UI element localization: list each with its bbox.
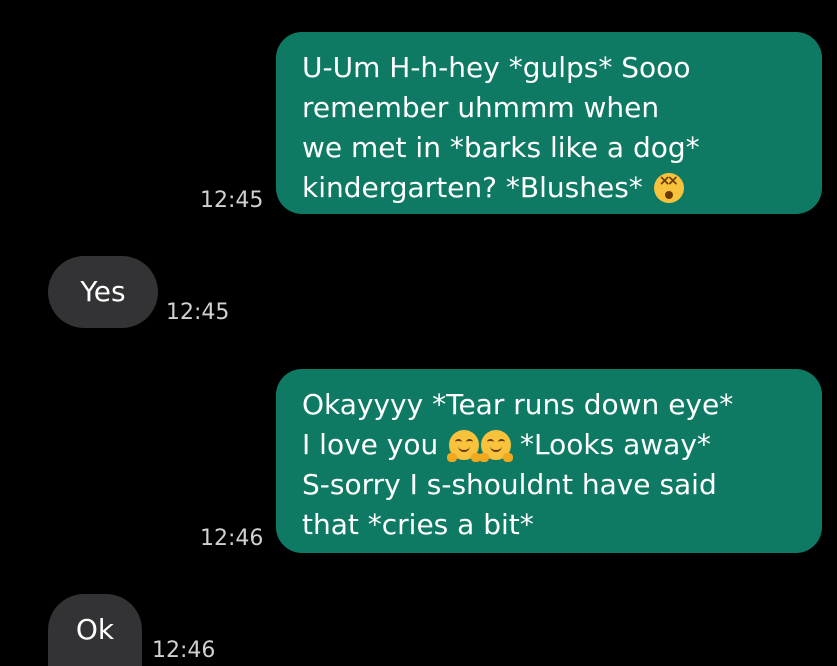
message-text-line: Okayyyy *Tear runs down eye*: [302, 388, 734, 421]
message-text-line: I love you *Looks away*: [302, 425, 798, 465]
message-text-line: S-sorry I s-shouldnt have said: [302, 468, 717, 501]
message-text-fragment: kindergarten? *Blushes*: [302, 171, 643, 204]
received-message-bubble[interactable]: Ok: [48, 594, 142, 666]
message-timestamp: 12:46: [200, 526, 264, 551]
message-text-fragment: I love you: [302, 428, 439, 461]
sent-message-bubble[interactable]: U-Um H-h-hey *gulps* Sooo remember uhmmm…: [276, 32, 822, 214]
dizzy-face-emoji-icon: [653, 173, 684, 203]
sent-message-bubble[interactable]: Okayyyy *Tear runs down eye* I love you …: [276, 369, 822, 553]
message-text-line: that *cries a bit*: [302, 508, 534, 541]
message-text: Yes: [80, 275, 126, 308]
message-timestamp: 12:46: [152, 638, 216, 663]
message-timestamp: 12:45: [200, 188, 264, 213]
hugging-face-emoji-icon: [447, 430, 482, 462]
message-text-line: remember uhmmm when: [302, 91, 660, 124]
message-text-fragment: *Looks away*: [520, 428, 711, 461]
message-text-line: we met in *barks like a dog*: [302, 131, 700, 164]
message-text-line: U-Um H-h-hey *gulps* Sooo: [302, 51, 691, 84]
message-timestamp: 12:45: [166, 300, 230, 325]
hugging-face-emoji-icon: [479, 430, 514, 462]
message-text-line: kindergarten? *Blushes*: [302, 168, 798, 208]
received-message-bubble[interactable]: Yes: [48, 256, 158, 328]
message-text: Ok: [75, 613, 115, 646]
